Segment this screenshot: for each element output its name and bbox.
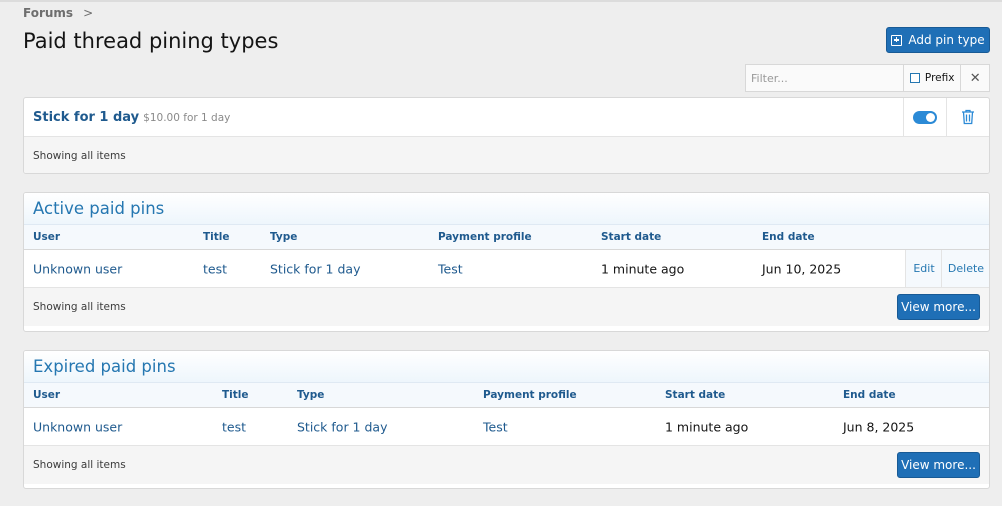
- row-payment-profile[interactable]: Test: [483, 419, 508, 434]
- row-user[interactable]: Unknown user: [33, 261, 122, 276]
- row-user[interactable]: Unknown user: [33, 419, 122, 434]
- row-end-date: Jun 8, 2025: [843, 419, 915, 434]
- plus-square-icon: [891, 34, 903, 46]
- row-start-date: 1 minute ago: [665, 419, 749, 434]
- add-pin-type-label: Add pin type: [908, 33, 985, 47]
- col-title: Title: [222, 389, 249, 401]
- active-paid-pins-block: Active paid pins User Title Type Payment…: [23, 192, 990, 332]
- pin-type-delete-cell: [946, 98, 989, 136]
- breadcrumb: Forums >: [23, 6, 93, 20]
- row-payment-profile[interactable]: Test: [438, 261, 463, 276]
- prefix-toggle[interactable]: Prefix: [902, 65, 961, 91]
- view-more-button[interactable]: View more...: [897, 452, 980, 478]
- clear-filter-icon[interactable]: ✕: [960, 65, 989, 91]
- row-title[interactable]: test: [222, 419, 246, 434]
- pin-type-name[interactable]: Stick for 1 day: [33, 110, 139, 125]
- active-pins-header: User Title Type Payment profile Start da…: [24, 225, 989, 250]
- pin-type-row: Stick for 1 day $10.00 for 1 day: [24, 98, 989, 137]
- row-title[interactable]: test: [203, 261, 227, 276]
- pin-type-price: $10.00 for 1 day: [143, 111, 231, 124]
- row-end-date: Jun 10, 2025: [762, 261, 842, 276]
- expired-paid-pins-block: Expired paid pins User Title Type Paymen…: [23, 350, 990, 489]
- trash-icon[interactable]: [961, 109, 975, 125]
- pin-type-main[interactable]: Stick for 1 day $10.00 for 1 day: [24, 110, 903, 125]
- table-row: Unknown user test Stick for 1 day Test 1…: [24, 408, 989, 446]
- filter-input[interactable]: [746, 65, 903, 91]
- col-start-date: Start date: [601, 231, 662, 243]
- pin-type-toggle-cell: [903, 98, 946, 136]
- active-pins-footer: Showing all items View more...: [24, 288, 989, 326]
- col-user: User: [33, 389, 61, 401]
- col-start-date: Start date: [665, 389, 726, 401]
- active-pins-title: Active paid pins: [24, 193, 989, 225]
- edit-button[interactable]: Edit: [905, 250, 942, 287]
- top-border: [0, 0, 1002, 2]
- col-type: Type: [297, 389, 325, 401]
- breadcrumb-forums[interactable]: Forums: [23, 6, 73, 20]
- table-row: Unknown user test Stick for 1 day Test 1…: [24, 250, 989, 288]
- view-more-button[interactable]: View more...: [897, 294, 980, 320]
- expired-pins-footer: Showing all items View more...: [24, 446, 989, 484]
- active-pins-footer-text: Showing all items: [33, 301, 126, 313]
- prefix-checkbox[interactable]: [909, 73, 920, 83]
- expired-pins-footer-text: Showing all items: [33, 459, 126, 471]
- row-type[interactable]: Stick for 1 day: [270, 261, 360, 276]
- enable-toggle[interactable]: [913, 110, 937, 124]
- expired-pins-header: User Title Type Payment profile Start da…: [24, 383, 989, 408]
- col-end-date: End date: [843, 389, 896, 401]
- col-payment-profile: Payment profile: [483, 389, 577, 401]
- add-pin-type-button[interactable]: Add pin type: [886, 27, 990, 53]
- pin-type-list: Stick for 1 day $10.00 for 1 day Showing…: [23, 97, 990, 174]
- row-start-date: 1 minute ago: [601, 261, 685, 276]
- breadcrumb-separator-icon: >: [83, 6, 94, 20]
- col-type: Type: [270, 231, 298, 243]
- col-payment-profile: Payment profile: [438, 231, 532, 243]
- col-title: Title: [203, 231, 230, 243]
- filter-bar: Prefix ✕: [745, 64, 990, 92]
- expired-pins-title: Expired paid pins: [24, 351, 989, 383]
- delete-button[interactable]: Delete: [941, 250, 989, 287]
- col-user: User: [33, 231, 61, 243]
- prefix-label: Prefix: [924, 72, 955, 84]
- col-end-date: End date: [762, 231, 815, 243]
- pin-type-footer: Showing all items: [24, 137, 989, 173]
- row-type[interactable]: Stick for 1 day: [297, 419, 387, 434]
- page-title: Paid thread pining types: [23, 29, 279, 53]
